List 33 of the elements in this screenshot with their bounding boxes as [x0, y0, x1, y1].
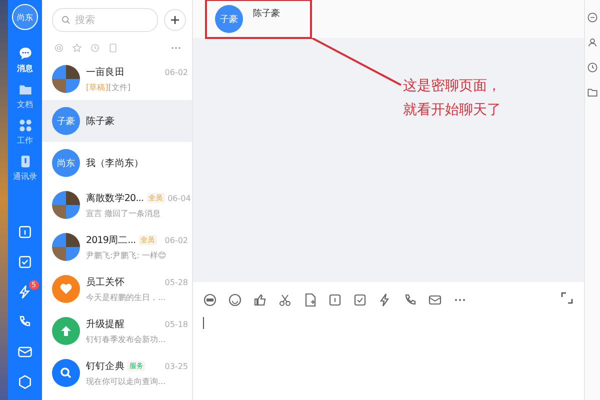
folder-icon[interactable] [587, 87, 598, 98]
mail-icon[interactable] [17, 344, 33, 360]
clock-icon[interactable] [587, 62, 598, 73]
group-avatar [52, 233, 80, 261]
check-icon[interactable] [17, 254, 33, 270]
search-icon [61, 15, 71, 25]
checkbox-icon[interactable] [353, 292, 367, 306]
plus-icon [170, 15, 180, 25]
lightning-icon[interactable] [378, 292, 392, 306]
group-avatar [52, 191, 80, 219]
person-icon[interactable] [587, 37, 598, 48]
phone-icon[interactable] [403, 292, 417, 306]
thumbs-up-icon[interactable] [253, 292, 267, 306]
text-cursor [203, 317, 204, 329]
nav-item[interactable]: 消息 [8, 44, 42, 76]
add-button[interactable] [164, 9, 186, 31]
mail-icon[interactable] [428, 292, 442, 306]
chat-bubble-icon [18, 46, 32, 61]
annotation-text: 这是密聊页面， 就看开始聊天了 [403, 77, 501, 120]
group-avatar [52, 65, 80, 93]
conversation-item[interactable]: 子豪 陈子豪 [42, 100, 192, 142]
emoji-icon[interactable] [228, 292, 242, 306]
file-plus-icon[interactable] [303, 292, 317, 306]
avatar: 子豪 [215, 5, 243, 33]
magnifier-icon [52, 359, 80, 387]
expand-icon[interactable] [560, 291, 574, 305]
cube-icon[interactable] [17, 374, 33, 390]
star-icon[interactable] [72, 43, 82, 53]
avatar: 尚东 [52, 149, 80, 177]
contact-name: 陈子豪 [253, 8, 280, 20]
scissors-icon[interactable] [278, 292, 292, 306]
grid-icon [18, 118, 32, 133]
avatar: 子豪 [52, 107, 80, 135]
